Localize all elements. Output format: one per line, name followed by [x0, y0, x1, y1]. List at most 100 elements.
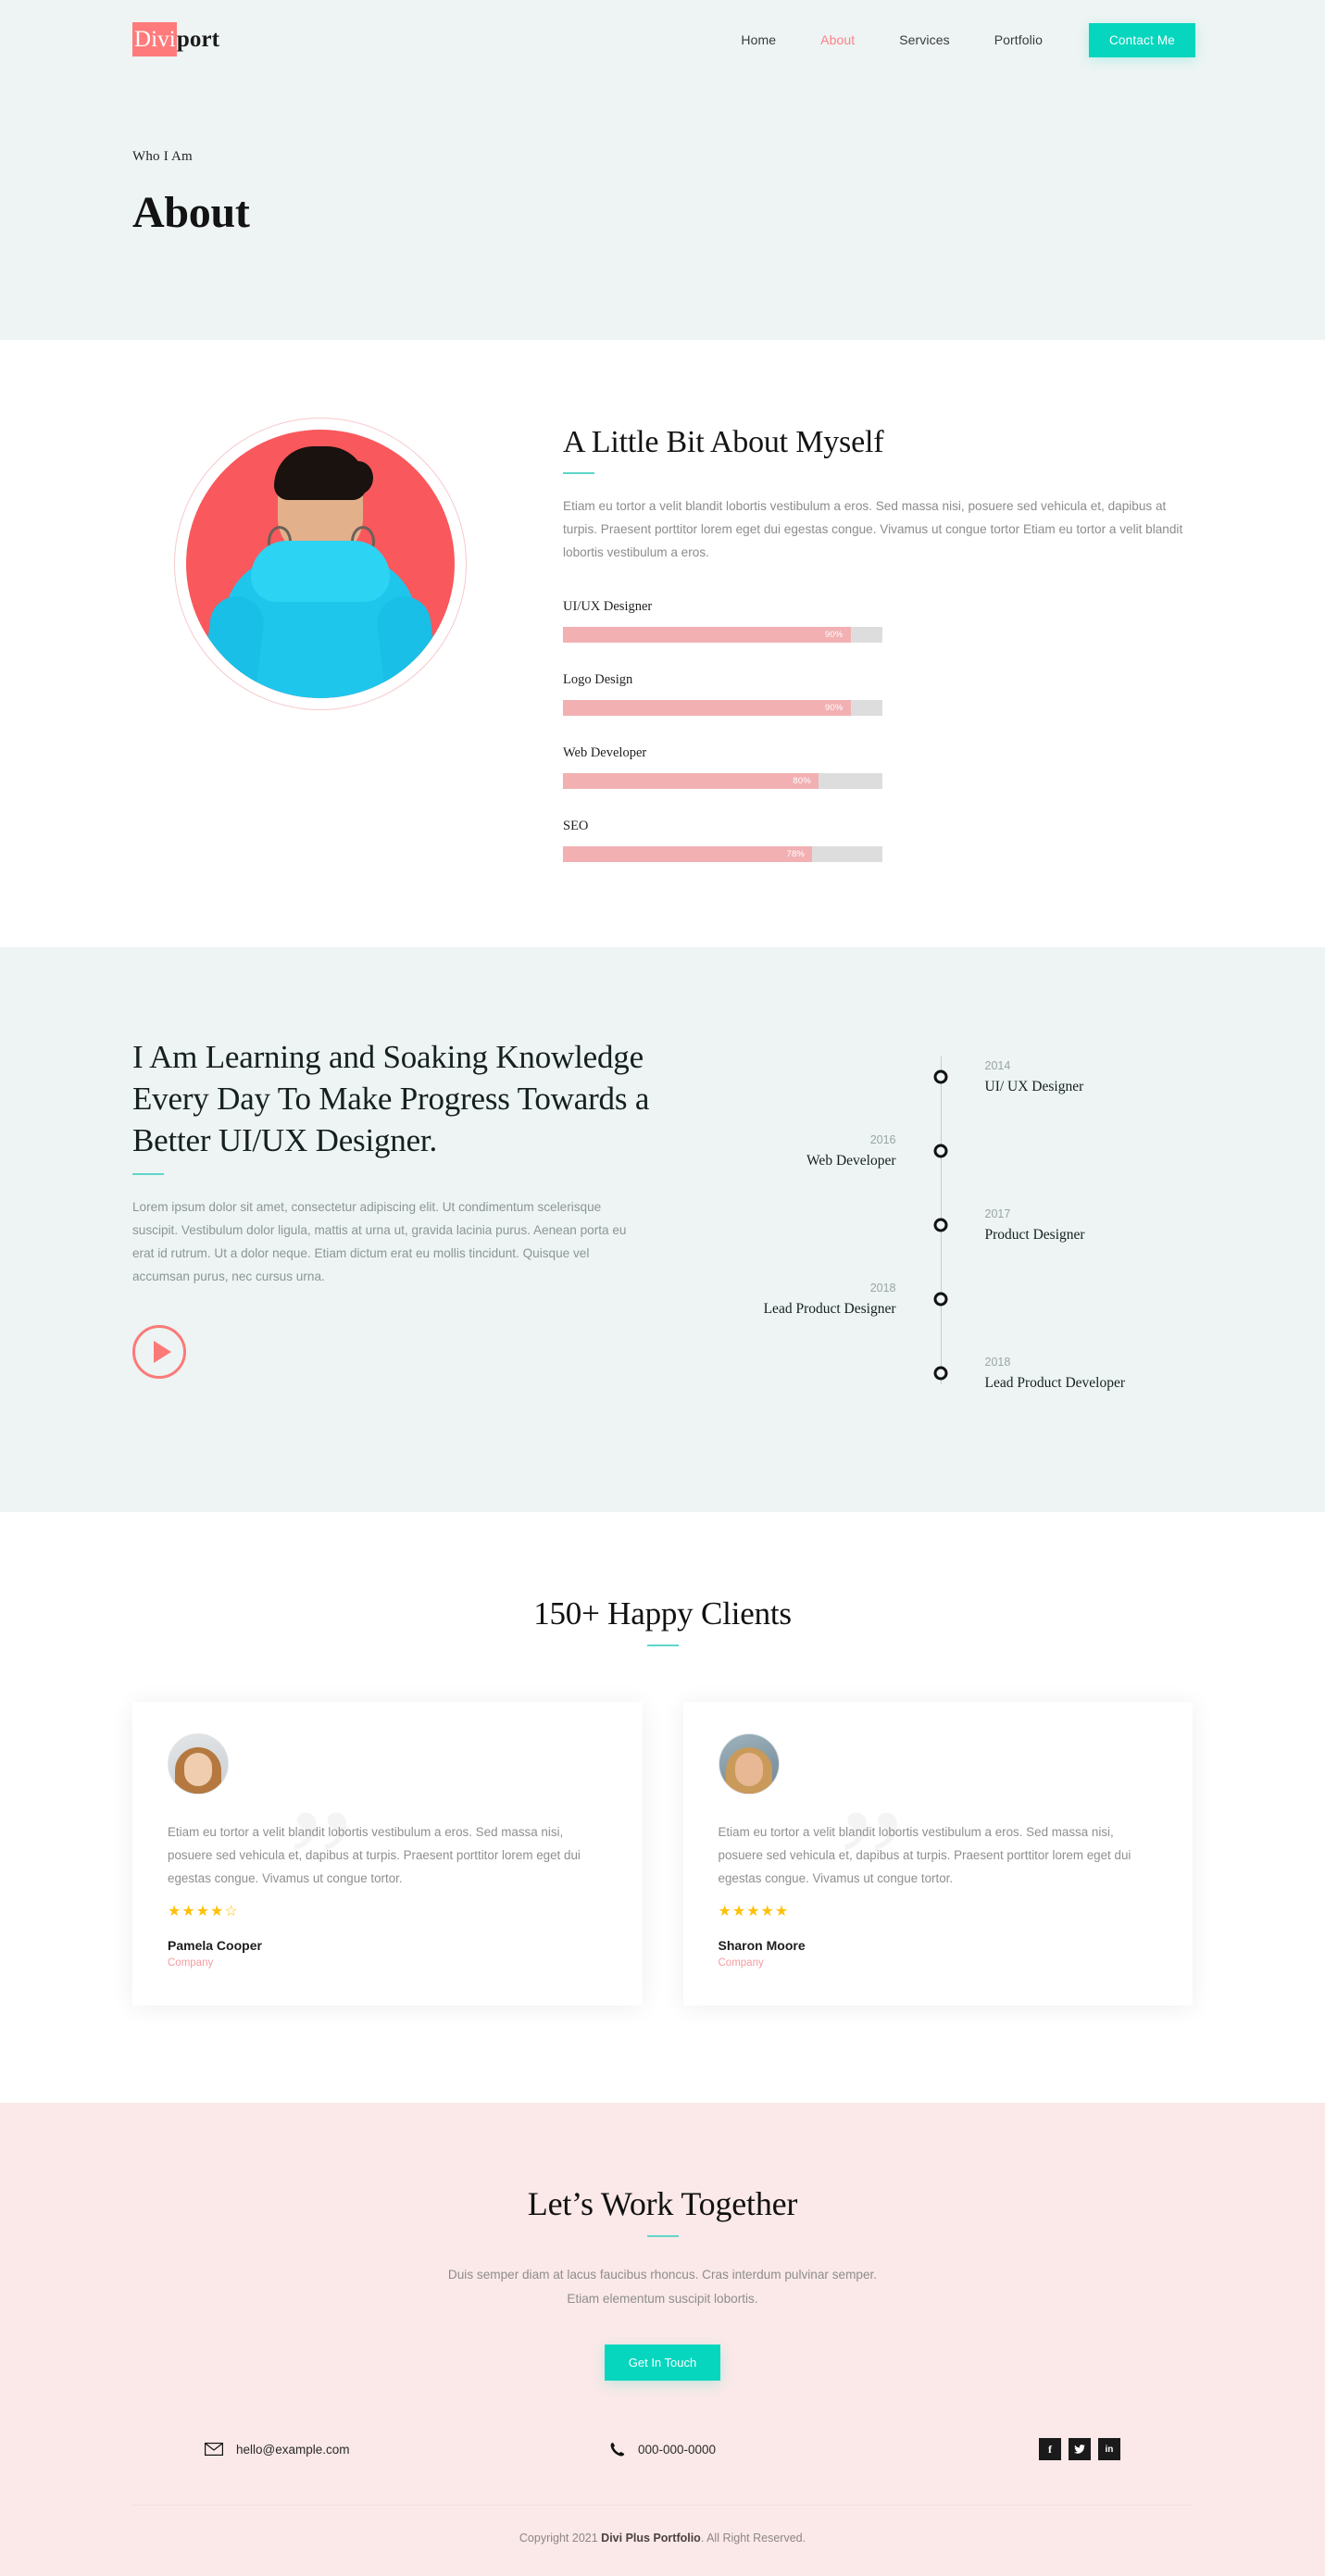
phone-text: 000-000-0000 [637, 2442, 717, 2457]
testimonial-card: ” Etiam eu tortor a velit blandit lobort… [682, 1702, 1193, 2006]
skill-track: 78% [563, 846, 882, 862]
timeline-dot-icon [933, 1144, 947, 1158]
testimonial-author: Pamela Cooper [168, 1938, 262, 1953]
main-navigation: Home About Services Portfolio Contact Me [719, 22, 1195, 57]
contact-me-button[interactable]: Contact Me [1088, 22, 1195, 57]
page-hero: Who I Am About [0, 80, 1325, 340]
nav-item-about[interactable]: About [798, 32, 877, 47]
cta-heading: Let’s Work Together [527, 2185, 798, 2222]
skill-percent: 90% [824, 630, 844, 640]
timeline-dot-icon [933, 1366, 947, 1381]
linkedin-icon[interactable]: in [1097, 2438, 1120, 2460]
photo-disc [185, 430, 455, 698]
avatar [718, 1733, 780, 1794]
nav-item-portfolio[interactable]: Portfolio [972, 32, 1065, 47]
site-header: Diviport Home About Services Portfolio C… [0, 0, 1325, 80]
testimonial-card: ” Etiam eu tortor a velit blandit lobort… [132, 1702, 643, 2006]
twitter-icon[interactable] [1068, 2438, 1091, 2460]
testimonial-company: Company [718, 1957, 764, 1969]
email-text: hello@example.com [236, 2442, 350, 2457]
timeline-entry: 2017 Product Designer [688, 1188, 1193, 1262]
timeline-year: 2018 [984, 1355, 1011, 1369]
about-text-column: A Little Bit About Myself Etiam eu torto… [563, 412, 1193, 862]
site-logo[interactable]: Diviport [132, 22, 220, 56]
copyright-post: . All Right Reserved. [700, 2532, 806, 2545]
skill-track: 80% [563, 773, 882, 789]
timeline-year: 2016 [869, 1132, 896, 1146]
testimonials-heading: 150+ Happy Clients [533, 1595, 792, 1632]
skills-list: UI/UX Designer 90% Logo Design 90% Web D… [563, 599, 1193, 862]
journey-section: I Am Learning and Soaking Knowledge Ever… [0, 947, 1325, 1512]
logo-mark: Divi [132, 22, 177, 56]
page-title: About [132, 188, 250, 237]
contact-phone[interactable]: 000-000-0000 [482, 2442, 843, 2457]
journey-heading: I Am Learning and Soaking Knowledge Ever… [132, 1039, 650, 1158]
cta-paragraph-line2: Etiam elementum suscipit lobortis. [567, 2292, 758, 2306]
skill-item: Web Developer 80% [563, 745, 882, 789]
testimonial-text: Etiam eu tortor a velit blandit lobortis… [718, 1825, 1131, 1885]
cta-accent-bar [646, 2235, 679, 2237]
timeline-entry: 2016 Web Developer [688, 1114, 1193, 1188]
about-paragraph: Etiam eu tortor a velit blandit lobortis… [563, 499, 1183, 559]
star-rating: ★★★★★ [718, 1904, 790, 1919]
skill-label: UI/UX Designer [563, 599, 653, 614]
hero-eyebrow: Who I Am [132, 149, 193, 164]
timeline-dot-icon [933, 1292, 947, 1307]
about-heading: A Little Bit About Myself [563, 425, 884, 459]
testimonial-company: Company [168, 1957, 214, 1969]
timeline-entry: 2014 UI/ UX Designer [688, 1040, 1193, 1114]
copyright-bar: Copyright 2021 Divi Plus Portfolio. All … [132, 2505, 1193, 2576]
contact-email[interactable]: hello@example.com [132, 2443, 482, 2457]
copyright-pre: Copyright 2021 [519, 2532, 602, 2545]
skill-label: SEO [563, 819, 589, 833]
timeline-role: UI/ UX Designer [984, 1078, 1084, 1094]
skill-label: Web Developer [563, 745, 647, 760]
phone-icon [609, 2442, 625, 2457]
photo-outer-ring [173, 418, 467, 710]
testimonial-text: Etiam eu tortor a velit blandit lobortis… [168, 1825, 581, 1885]
timeline-entry: 2018 Lead Product Developer [688, 1336, 1193, 1410]
nav-item-home[interactable]: Home [719, 32, 798, 47]
envelope-icon [205, 2443, 223, 2456]
timeline-role: Lead Product Designer [763, 1300, 896, 1317]
skill-percent: 80% [793, 776, 811, 786]
get-in-touch-button[interactable]: Get In Touch [604, 2345, 721, 2381]
avatar [168, 1733, 229, 1794]
logo-rest: port [176, 27, 220, 52]
about-section: A Little Bit About Myself Etiam eu torto… [0, 340, 1325, 947]
timeline-entry: 2018 Lead Product Designer [688, 1262, 1193, 1336]
timeline-role: Web Developer [806, 1152, 896, 1169]
timeline-role: Lead Product Developer [984, 1374, 1126, 1391]
copyright-brand: Divi Plus Portfolio [601, 2532, 701, 2545]
journey-paragraph: Lorem ipsum dolor sit amet, consectetur … [132, 1200, 627, 1283]
testimonials-grid: ” Etiam eu tortor a velit blandit lobort… [132, 1702, 1193, 2006]
heading-accent-bar [563, 472, 594, 474]
skill-track: 90% [563, 700, 882, 716]
about-photo-column [132, 412, 507, 862]
skill-track: 90% [563, 627, 882, 643]
footer-contact-row: hello@example.com 000-000-0000 f in [132, 2438, 1193, 2505]
testimonials-accent-bar [646, 1644, 679, 1646]
skill-item: SEO 78% [563, 819, 882, 862]
star-rating: ★★★★☆ [168, 1904, 239, 1919]
skill-fill: 80% [563, 773, 819, 789]
skill-item: UI/UX Designer 90% [563, 599, 882, 643]
skill-fill: 90% [563, 627, 851, 643]
journey-accent-bar [132, 1173, 164, 1175]
skill-item: Logo Design 90% [563, 672, 882, 716]
facebook-icon[interactable]: f [1038, 2438, 1061, 2460]
play-icon[interactable] [132, 1325, 186, 1379]
journey-text-column: I Am Learning and Soaking Knowledge Ever… [132, 1031, 651, 1410]
skill-fill: 90% [563, 700, 851, 716]
testimonials-section: 150+ Happy Clients ” Etiam eu tortor a v… [0, 1512, 1325, 2103]
portrait-illustration [186, 430, 455, 698]
testimonial-author: Sharon Moore [718, 1938, 806, 1953]
timeline-year: 2018 [869, 1281, 896, 1294]
cta-section: Let’s Work Together Duis semper diam at … [0, 2103, 1325, 2576]
nav-item-services[interactable]: Services [877, 32, 971, 47]
timeline-dot-icon [933, 1218, 947, 1232]
skill-fill: 78% [563, 846, 813, 862]
social-links: f in [843, 2438, 1193, 2460]
timeline-role: Product Designer [984, 1226, 1085, 1243]
skill-percent: 78% [786, 849, 806, 859]
